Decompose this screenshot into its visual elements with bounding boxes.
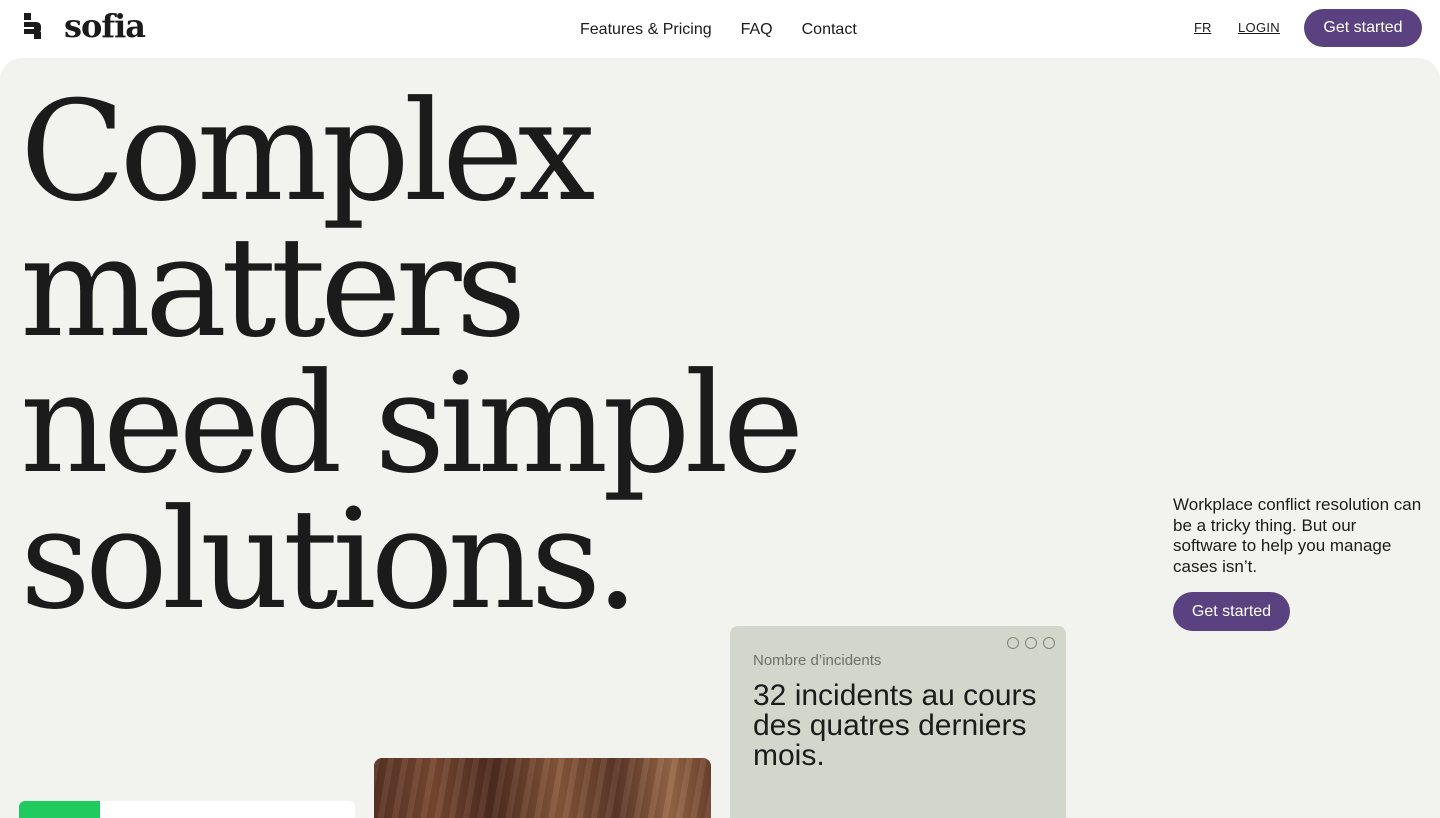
hero-headline: Complex matters need simple solutions. (20, 71, 1020, 640)
nav-faq[interactable]: FAQ (741, 20, 773, 40)
window-dots-icon (1007, 637, 1055, 649)
stat-value: 32 incidents au cours des quatres dernie… (753, 679, 1037, 772)
login-link[interactable]: LOGIN (1238, 20, 1280, 36)
headline-line-1: Complex matters (20, 71, 596, 368)
hero-get-started-button[interactable]: Get started (1173, 592, 1290, 631)
language-switch[interactable]: FR (1194, 20, 1211, 36)
headline-line-3: solutions. (20, 479, 639, 640)
progress-card (19, 801, 355, 818)
nav-contact[interactable]: Contact (802, 20, 857, 40)
hero-description: Workplace conflict resolution can be a t… (1173, 495, 1422, 576)
main-nav: Features & Pricing FAQ Contact (580, 20, 857, 40)
photo-card (374, 758, 711, 818)
logo[interactable]: sofia (22, 7, 146, 45)
hero-section: Complex matters need simple solutions. W… (0, 58, 1440, 818)
incident-stat-card: Nombre d’incidents 32 incidents au cours… (730, 626, 1066, 818)
logo-text: sofia (64, 7, 146, 45)
header-get-started-button[interactable]: Get started (1304, 9, 1422, 47)
sofia-logo-icon (22, 13, 44, 39)
progress-bar-fill (19, 801, 100, 818)
stat-label: Nombre d’incidents (753, 652, 882, 669)
dot-icon (1025, 637, 1037, 649)
headline-line-2: need simple (20, 343, 804, 504)
nav-features-pricing[interactable]: Features & Pricing (580, 20, 712, 40)
dot-icon (1007, 637, 1019, 649)
hero-side-block: Workplace conflict resolution can be a t… (1173, 495, 1423, 631)
site-header: sofia Features & Pricing FAQ Contact FR … (0, 0, 1440, 58)
dot-icon (1043, 637, 1055, 649)
